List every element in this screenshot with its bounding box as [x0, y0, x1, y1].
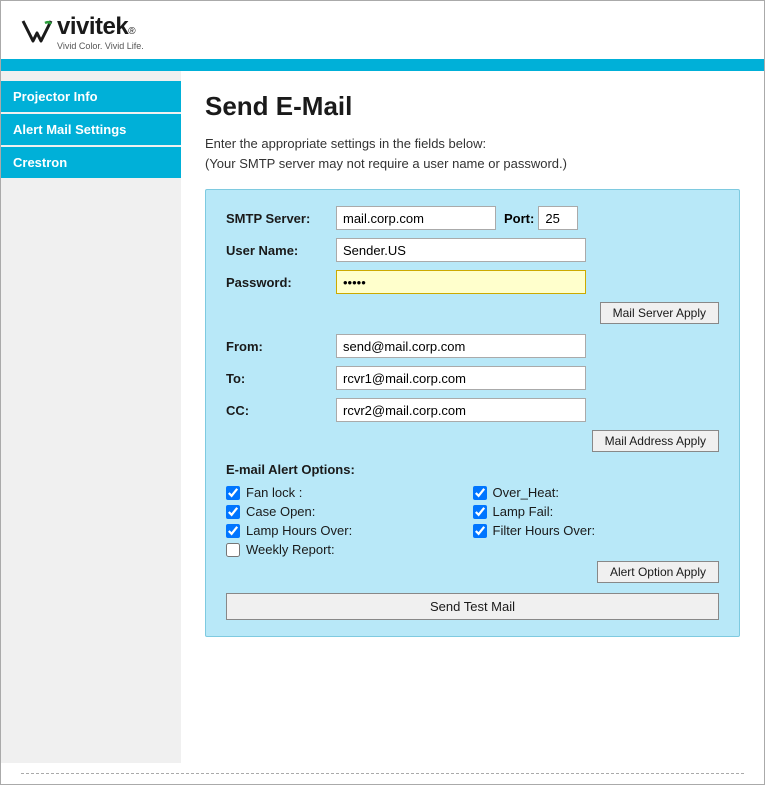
checkbox-grid: Fan lock : Over_Heat: Case Open: Lamp Fa… [226, 485, 719, 557]
checkbox-lamp-hours-over-input[interactable] [226, 524, 240, 538]
checkbox-fan-lock: Fan lock : [226, 485, 473, 500]
port-label: Port: [504, 211, 534, 226]
to-input[interactable] [336, 366, 586, 390]
alert-options-title: E-mail Alert Options: [226, 462, 719, 477]
cc-input[interactable] [336, 398, 586, 422]
checkbox-lamp-fail-label: Lamp Fail: [493, 504, 554, 519]
form-panel: SMTP Server: Port: User Name: Password: [205, 189, 740, 637]
alert-option-apply-row: Alert Option Apply [226, 561, 719, 583]
user-name-row: User Name: [226, 238, 719, 262]
checkbox-case-open: Case Open: [226, 504, 473, 519]
from-input[interactable] [336, 334, 586, 358]
page-title: Send E-Mail [205, 91, 740, 122]
checkbox-grid-empty [473, 542, 720, 557]
port-input[interactable] [538, 206, 578, 230]
smtp-server-label: SMTP Server: [226, 211, 336, 226]
mail-address-apply-row: Mail Address Apply [226, 430, 719, 452]
checkbox-lamp-fail-input[interactable] [473, 505, 487, 519]
user-name-label: User Name: [226, 243, 336, 258]
from-label: From: [226, 339, 336, 354]
mail-server-apply-button[interactable]: Mail Server Apply [600, 302, 719, 324]
checkbox-weekly-report-label: Weekly Report: [246, 542, 335, 557]
sidebar-item-alert-mail-settings[interactable]: Alert Mail Settings [1, 114, 181, 145]
content-area: Projector Info Alert Mail Settings Crest… [1, 71, 764, 763]
checkbox-case-open-label: Case Open: [246, 504, 315, 519]
vivitek-v-icon [21, 15, 53, 47]
password-label: Password: [226, 275, 336, 290]
from-row: From: [226, 334, 719, 358]
sidebar: Projector Info Alert Mail Settings Crest… [1, 71, 181, 763]
logo-tagline: Vivid Color. Vivid Life. [57, 41, 144, 51]
checkbox-lamp-fail: Lamp Fail: [473, 504, 720, 519]
checkbox-filter-hours-over-label: Filter Hours Over: [493, 523, 596, 538]
smtp-server-row: SMTP Server: Port: [226, 206, 719, 230]
cc-label: CC: [226, 403, 336, 418]
smtp-server-input-group: Port: [336, 206, 578, 230]
checkbox-over-heat: Over_Heat: [473, 485, 720, 500]
page-description: Enter the appropriate settings in the fi… [205, 134, 740, 173]
checkbox-lamp-hours-over-label: Lamp Hours Over: [246, 523, 352, 538]
smtp-server-input[interactable] [336, 206, 496, 230]
logo-text: vivitek [57, 13, 128, 41]
blue-accent-bar [1, 63, 764, 71]
app-frame: vivitek® Vivid Color. Vivid Life. Projec… [0, 0, 765, 785]
checkbox-over-heat-input[interactable] [473, 486, 487, 500]
logo-registered: ® [128, 26, 135, 37]
password-input[interactable] [336, 270, 586, 294]
checkbox-filter-hours-over-input[interactable] [473, 524, 487, 538]
checkbox-lamp-hours-over: Lamp Hours Over: [226, 523, 473, 538]
to-row: To: [226, 366, 719, 390]
header: vivitek® Vivid Color. Vivid Life. [1, 1, 764, 63]
logo-wordmark: vivitek® Vivid Color. Vivid Life. [57, 13, 144, 51]
mail-address-apply-button[interactable]: Mail Address Apply [592, 430, 719, 452]
checkbox-weekly-report-input[interactable] [226, 543, 240, 557]
send-test-mail-button[interactable]: Send Test Mail [226, 593, 719, 620]
logo-container: vivitek® Vivid Color. Vivid Life. [21, 13, 744, 51]
checkbox-over-heat-label: Over_Heat: [493, 485, 559, 500]
logo-main: vivitek® Vivid Color. Vivid Life. [21, 13, 144, 51]
to-label: To: [226, 371, 336, 386]
footer-divider [21, 773, 744, 774]
checkbox-case-open-input[interactable] [226, 505, 240, 519]
checkbox-filter-hours-over: Filter Hours Over: [473, 523, 720, 538]
cc-row: CC: [226, 398, 719, 422]
checkbox-fan-lock-input[interactable] [226, 486, 240, 500]
checkbox-fan-lock-label: Fan lock : [246, 485, 302, 500]
password-row: Password: [226, 270, 719, 294]
mail-server-apply-row: Mail Server Apply [226, 302, 719, 324]
sidebar-item-crestron[interactable]: Crestron [1, 147, 181, 178]
alert-option-apply-button[interactable]: Alert Option Apply [597, 561, 719, 583]
main-content: Send E-Mail Enter the appropriate settin… [181, 71, 764, 763]
checkbox-weekly-report: Weekly Report: [226, 542, 473, 557]
sidebar-item-projector-info[interactable]: Projector Info [1, 81, 181, 112]
user-name-input[interactable] [336, 238, 586, 262]
